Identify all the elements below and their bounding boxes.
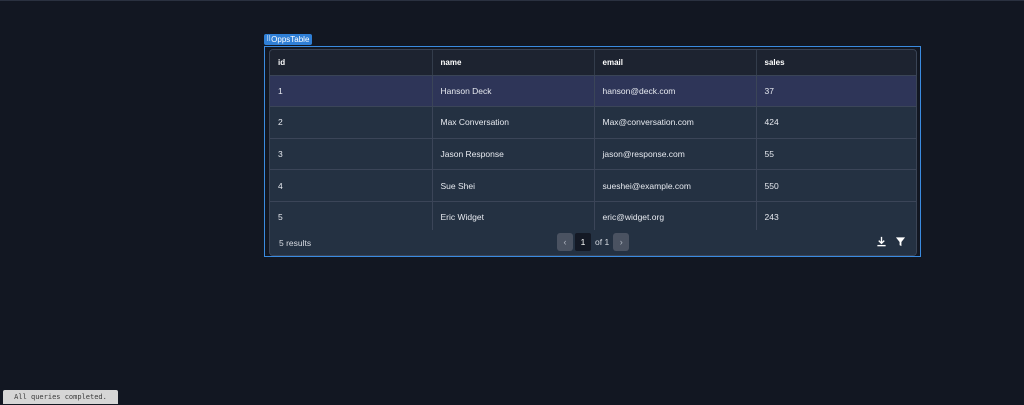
cell-email[interactable]: eric@widget.org: [594, 201, 757, 234]
table-row[interactable]: 4 Sue Shei sueshei@example.com 550: [270, 169, 916, 202]
table-row[interactable]: 3 Jason Response jason@response.com 55: [270, 138, 916, 171]
cell-sales[interactable]: 243: [756, 201, 916, 234]
cell-name[interactable]: Hanson Deck: [432, 75, 595, 108]
download-icon[interactable]: [876, 236, 887, 247]
cell-id[interactable]: 4: [270, 169, 433, 202]
column-header-sales[interactable]: sales: [756, 50, 916, 76]
top-border: [0, 0, 1024, 1]
page-total: of 1: [595, 237, 610, 247]
table-header-row: id name email sales: [270, 50, 916, 76]
column-header-email[interactable]: email: [594, 50, 757, 76]
widget-name-label: OppsTable: [271, 35, 310, 44]
prev-page-button[interactable]: ‹: [557, 233, 573, 251]
cell-id[interactable]: 2: [270, 106, 433, 139]
cell-sales[interactable]: 550: [756, 169, 916, 202]
next-page-button[interactable]: ›: [613, 233, 630, 251]
chevron-left-icon: ‹: [563, 237, 567, 247]
cell-name[interactable]: Max Conversation: [432, 106, 595, 139]
cell-email[interactable]: jason@response.com: [594, 138, 757, 171]
cell-sales[interactable]: 55: [756, 138, 916, 171]
table-row[interactable]: 2 Max Conversation Max@conversation.com …: [270, 106, 916, 139]
query-status-toast: All queries completed.: [3, 390, 118, 404]
cell-sales[interactable]: 424: [756, 106, 916, 139]
pagination: ‹ 1 of 1 ›: [557, 233, 630, 251]
table-footer: 5 results ‹ 1 of 1 ›: [270, 230, 916, 255]
opps-table: id name email sales 1 Hanson Deck hanson…: [269, 49, 917, 256]
column-header-name[interactable]: name: [432, 50, 595, 76]
widget-name-tag[interactable]: ⠿ OppsTable: [264, 34, 313, 45]
current-page[interactable]: 1: [575, 233, 591, 251]
data-table: id name email sales 1 Hanson Deck hanson…: [270, 50, 916, 234]
drag-handle-icon[interactable]: ⠿: [266, 34, 271, 45]
cell-email[interactable]: sueshei@example.com: [594, 169, 757, 202]
results-count: 5 results: [279, 237, 312, 248]
table-tools: [876, 236, 906, 247]
cell-email[interactable]: Max@conversation.com: [594, 106, 757, 139]
table-row[interactable]: 1 Hanson Deck hanson@deck.com 37: [270, 75, 916, 108]
cell-email[interactable]: hanson@deck.com: [594, 75, 757, 108]
table-row[interactable]: 5 Eric Widget eric@widget.org 243: [270, 201, 916, 234]
cell-name[interactable]: Eric Widget: [432, 201, 595, 234]
cell-id[interactable]: 3: [270, 138, 433, 171]
filter-icon[interactable]: [895, 236, 906, 247]
column-header-id[interactable]: id: [270, 50, 433, 76]
cell-name[interactable]: Sue Shei: [432, 169, 595, 202]
cell-id[interactable]: 5: [270, 201, 433, 234]
cell-sales[interactable]: 37: [756, 75, 916, 108]
chevron-right-icon: ›: [619, 237, 623, 247]
cell-id[interactable]: 1: [270, 75, 433, 108]
cell-name[interactable]: Jason Response: [432, 138, 595, 171]
